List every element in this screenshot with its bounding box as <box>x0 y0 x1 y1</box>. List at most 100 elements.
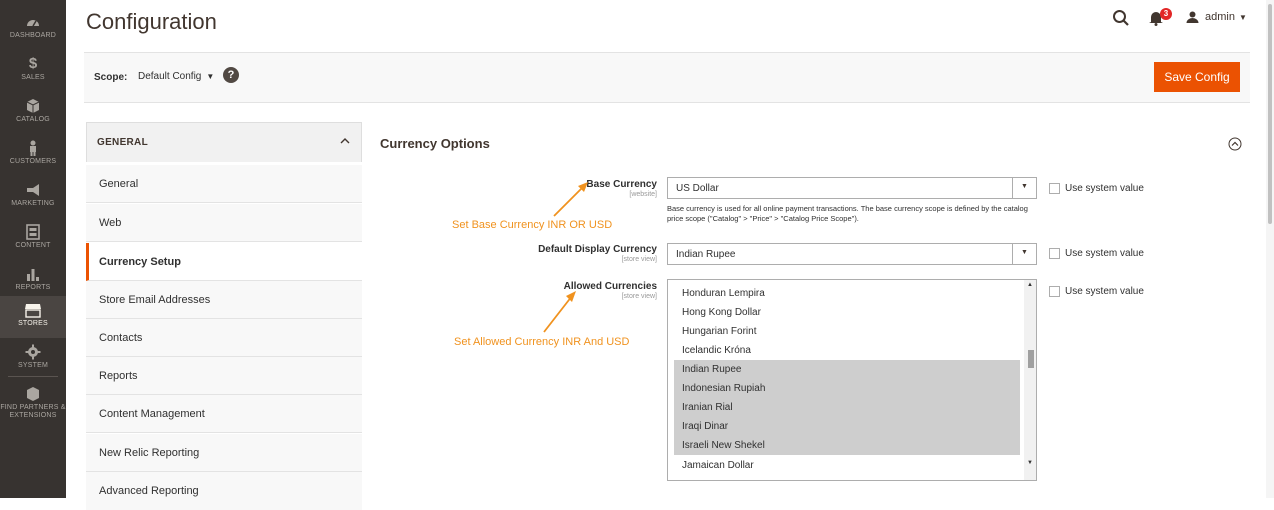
tab-general[interactable]: General <box>86 165 362 203</box>
menu-label: CATALOG <box>16 116 50 123</box>
menu-item-marketing[interactable]: MARKETING <box>0 176 66 220</box>
menu-item-stores[interactable]: STORES <box>0 296 66 338</box>
field-scope: [store view] <box>621 256 657 263</box>
menu-label: STORES <box>18 320 48 327</box>
scope-switcher[interactable]: Default Config ▼ <box>138 71 214 82</box>
chevron-up-icon <box>340 138 350 144</box>
currency-option-selected[interactable]: Israeli New Shekel <box>674 436 1020 455</box>
tab-content-management[interactable]: Content Management <box>86 395 362 433</box>
select-value: US Dollar <box>676 183 719 194</box>
scroll-up-icon[interactable]: ▲ <box>1027 282 1033 288</box>
menu-item-content[interactable]: CONTENT <box>0 218 66 262</box>
menu-item-catalog[interactable]: CATALOG <box>0 92 66 136</box>
annotation-allowed-currency: Set Allowed Currency INR And USD <box>454 336 630 348</box>
currency-option[interactable]: Icelandic Króna <box>674 341 1020 360</box>
display-use-system-value[interactable]: Use system value <box>1049 248 1144 259</box>
page-title: Configuration <box>86 9 217 34</box>
bar-chart-icon <box>27 269 39 281</box>
menu-item-sales[interactable]: $ SALES <box>0 50 66 94</box>
section-title[interactable]: Currency Options <box>380 136 490 151</box>
tab-group-title: GENERAL <box>97 137 148 148</box>
tab-new-relic-reporting[interactable]: New Relic Reporting <box>86 434 362 472</box>
page-scrollbar[interactable] <box>1266 0 1274 498</box>
tab-advanced-reporting[interactable]: Advanced Reporting <box>86 472 362 510</box>
checkbox[interactable] <box>1049 286 1060 297</box>
scrollbar-thumb[interactable] <box>1028 350 1034 368</box>
menu-label: SYSTEM <box>18 362 48 369</box>
menu-item-dashboard[interactable]: DASHBOARD <box>0 8 66 52</box>
multiselect-scrollbar[interactable]: ▲ ▼ <box>1024 280 1036 480</box>
notifications-badge: 3 <box>1160 8 1172 20</box>
select-value: Indian Rupee <box>676 249 736 260</box>
cube-icon <box>26 99 40 113</box>
tab-reports[interactable]: Reports <box>86 357 362 395</box>
config-tabs: GENERAL General Web Currency Setup Store… <box>86 122 362 510</box>
tab-contacts[interactable]: Contacts <box>86 319 362 357</box>
display-currency-select[interactable]: Indian Rupee ▼ <box>667 243 1037 265</box>
scope-value: Default Config <box>138 71 202 82</box>
allowed-use-system-value[interactable]: Use system value <box>1049 286 1144 297</box>
gear-icon <box>25 344 41 360</box>
currency-option-selected[interactable]: Indonesian Rupiah <box>674 379 1020 398</box>
base-currency-label: Base Currency [website] <box>417 179 657 198</box>
allowed-currencies-multiselect[interactable]: Honduran Lempira Hong Kong Dollar Hungar… <box>667 279 1037 481</box>
base-currency-select[interactable]: US Dollar ▼ <box>667 177 1037 199</box>
scroll-down-icon[interactable]: ▼ <box>1027 460 1033 466</box>
tab-store-email-addresses[interactable]: Store Email Addresses <box>86 281 362 319</box>
layout-icon <box>26 224 40 240</box>
tab-web[interactable]: Web <box>86 204 362 242</box>
currency-option-selected[interactable]: Iranian Rial <box>674 398 1020 417</box>
field-label: Allowed Currencies <box>563 281 657 292</box>
search-icon[interactable] <box>1112 9 1130 27</box>
field-label: Default Display Currency <box>538 244 657 255</box>
checkbox[interactable] <box>1049 248 1060 259</box>
chevron-down-icon: ▼ <box>1238 12 1247 22</box>
base-currency-note: Base currency is used for all online pay… <box>667 204 1028 223</box>
person-icon <box>30 140 36 156</box>
field-scope: [website] <box>629 191 657 198</box>
admin-menu: DASHBOARD $ SALES CATALOG CUSTOMERS MARK… <box>0 0 66 498</box>
checkbox-label: Use system value <box>1065 286 1144 297</box>
dollar-icon: $ <box>28 55 38 72</box>
menu-divider <box>8 376 58 377</box>
box-icon <box>27 387 39 401</box>
chevron-down-icon: ▼ <box>1021 249 1028 256</box>
help-icon[interactable]: ? <box>223 67 239 83</box>
megaphone-icon <box>27 184 39 196</box>
menu-label: DASHBOARD <box>9 32 57 39</box>
menu-item-customers[interactable]: CUSTOMERS <box>0 134 66 178</box>
page-scrollbar-thumb[interactable] <box>1268 4 1272 224</box>
select-arrow: ▼ <box>1012 178 1036 198</box>
menu-item-partners[interactable]: FIND PARTNERS & EXTENSIONS <box>0 380 66 430</box>
checkbox[interactable] <box>1049 183 1060 194</box>
annotation-arrow-allowed <box>543 291 576 333</box>
annotation-base-currency: Set Base Currency INR OR USD <box>452 219 613 231</box>
collapse-icon[interactable] <box>1228 137 1242 151</box>
chevron-down-icon: ▼ <box>1021 183 1028 190</box>
username: admin <box>1205 11 1235 23</box>
user-menu[interactable]: admin ▼ <box>1186 11 1247 23</box>
tab-currency-setup[interactable]: Currency Setup <box>86 243 362 281</box>
display-currency-label: Default Display Currency [store view] <box>417 244 657 263</box>
store-icon <box>25 304 41 318</box>
checkbox-label: Use system value <box>1065 248 1144 259</box>
currency-option[interactable]: Jamaican Dollar <box>674 456 1020 475</box>
annotation-arrow-base <box>553 182 588 217</box>
menu-label: MARKETING <box>11 200 55 207</box>
base-use-system-value[interactable]: Use system value <box>1049 183 1144 194</box>
currency-option[interactable]: Hungarian Forint <box>674 322 1020 341</box>
currency-option[interactable]: Honduran Lempira <box>674 284 1020 303</box>
save-config-button[interactable]: Save Config <box>1154 62 1240 92</box>
currency-option-selected[interactable]: Indian Rupee <box>674 360 1020 379</box>
field-label: Base Currency <box>586 179 657 190</box>
menu-label: SALES <box>21 74 45 81</box>
dashboard-icon <box>27 20 39 27</box>
tab-group-general[interactable]: GENERAL <box>86 122 362 162</box>
select-arrow: ▼ <box>1012 244 1036 264</box>
scope-label: Scope: <box>94 72 128 83</box>
currency-option[interactable]: Hong Kong Dollar <box>674 303 1020 322</box>
currency-option-selected[interactable]: Iraqi Dinar <box>674 417 1020 436</box>
menu-label: FIND PARTNERS & EXTENSIONS <box>0 404 66 419</box>
scope-bar: Scope: Default Config ▼ ? Save Config <box>84 52 1250 103</box>
menu-label: CONTENT <box>15 242 51 249</box>
